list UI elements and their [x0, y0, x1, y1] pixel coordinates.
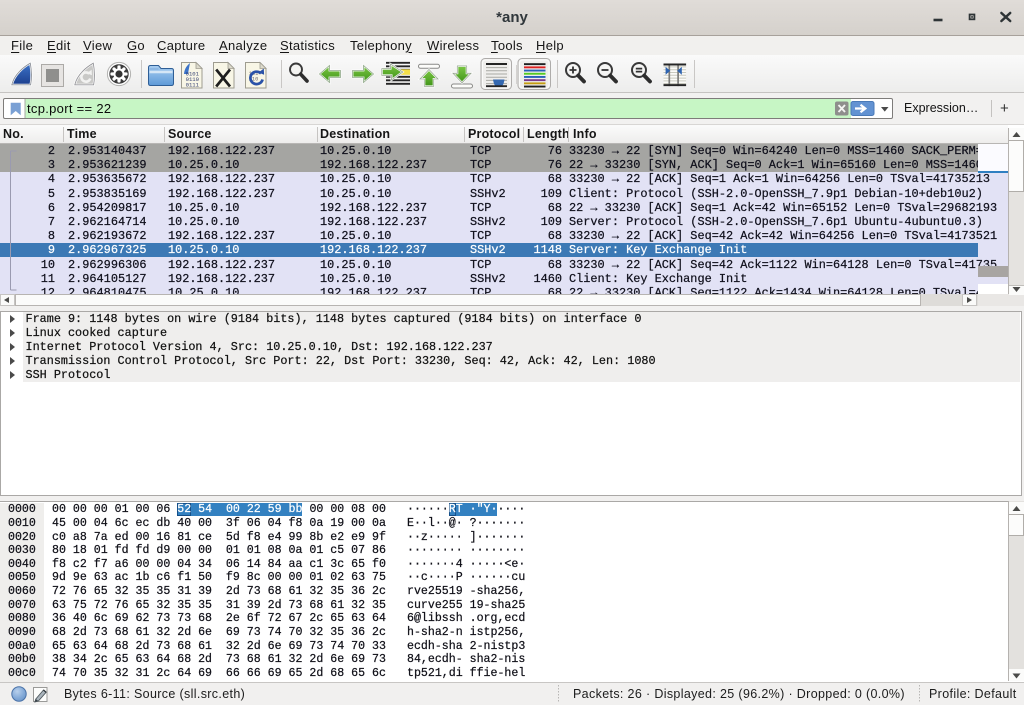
svg-text:0111: 0111 — [186, 82, 200, 89]
